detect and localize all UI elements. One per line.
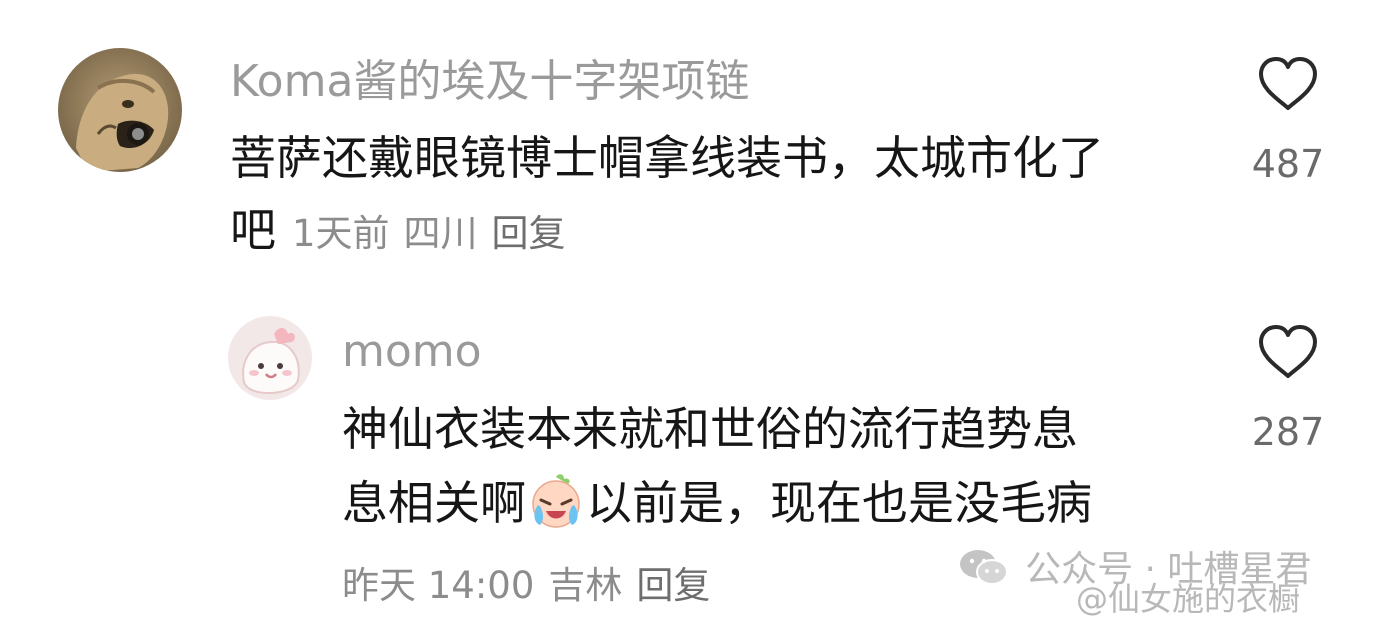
- comment-username[interactable]: Koma酱的埃及十字架项链: [230, 56, 749, 108]
- comment-location: 四川: [403, 212, 478, 255]
- like-count: 487: [1251, 142, 1325, 186]
- comment-username[interactable]: momo: [342, 326, 482, 378]
- heart-icon[interactable]: [1257, 56, 1319, 112]
- wechat-icon: [958, 547, 1010, 591]
- comment-location: 吉林: [548, 564, 623, 607]
- comment-item: Koma酱的埃及十字架项链 菩萨还戴眼镜博士帽拿线装书，太城市化了 吧 1天前 四川…: [0, 0, 1380, 280]
- watermark: @仙女施的衣橱: [1076, 574, 1300, 620]
- comment-meta: 昨天 14:00 吉林 回复: [342, 562, 724, 610]
- comment-feed: Koma酱的埃及十字架项链 菩萨还戴眼镜博士帽拿线装书，太城市化了 吧 1天前 四川…: [0, 0, 1380, 620]
- comment-text-line: 吧 1天前 四川 回复: [230, 194, 1104, 270]
- comment-text-segment: 以前是，现在也是没毛病: [586, 476, 1092, 530]
- like-count: 287: [1251, 410, 1325, 454]
- like-control[interactable]: 487: [1248, 56, 1328, 186]
- reply-button[interactable]: 回复: [636, 564, 710, 607]
- comment-text-line: 菩萨还戴眼镜博士帽拿线装书，太城市化了: [230, 131, 1104, 185]
- watermark-line2: @仙女施的衣橱: [1076, 580, 1301, 618]
- comment-text: 菩萨还戴眼镜博士帽拿线装书，太城市化了 吧 1天前 四川 回复: [230, 122, 1104, 270]
- crying-laughing-emoji-icon: [528, 473, 584, 529]
- comment-meta: 1天前 四川 回复: [292, 212, 580, 255]
- comment-text-line: 神仙衣装本来就和世俗的流行趋势息: [342, 402, 1078, 456]
- comment-text-tail: 吧: [230, 203, 276, 257]
- comment-text-segment: 息相关啊: [342, 476, 526, 530]
- comment-time: 1天前: [292, 212, 390, 255]
- heart-icon[interactable]: [1257, 324, 1319, 380]
- reply-button[interactable]: 回复: [492, 212, 566, 255]
- comment-text: 神仙衣装本来就和世俗的流行趋势息 息相关啊 以前是，现在也是没毛病: [342, 392, 1092, 540]
- comment-text-line: 息相关啊 以前是，现在也是没毛病: [342, 466, 1092, 540]
- like-control[interactable]: 287: [1248, 324, 1328, 454]
- comment-time: 昨天 14:00: [342, 564, 535, 607]
- pink-blob-avatar-icon[interactable]: [228, 316, 312, 400]
- lion-avatar-icon[interactable]: [58, 48, 182, 172]
